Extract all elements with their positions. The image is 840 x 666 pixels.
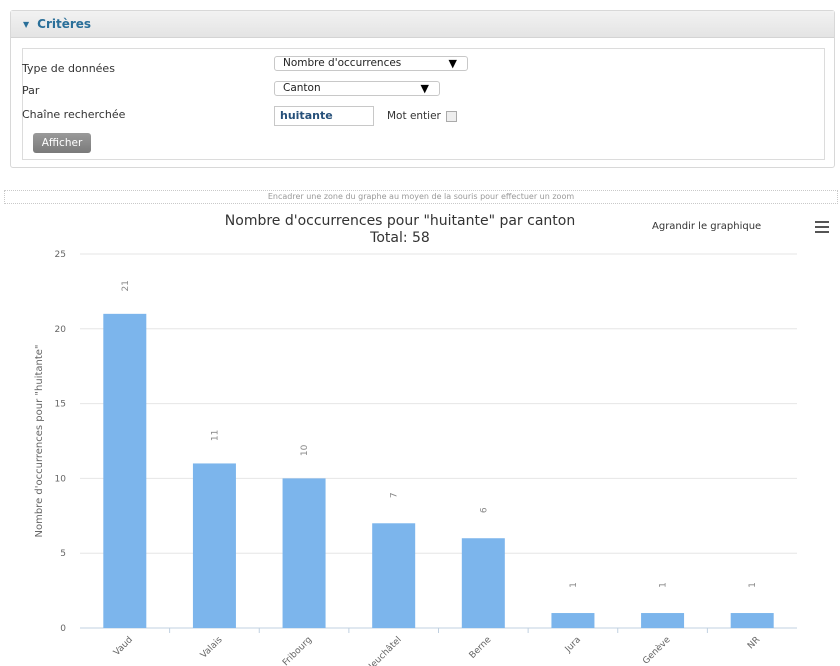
data-type-value: Nombre d'occurrences xyxy=(283,57,402,69)
bar xyxy=(730,613,774,628)
y-tick-label: 15 xyxy=(55,400,66,410)
zoom-hint: Encadrer une zone du graphe au moyen de … xyxy=(4,190,838,204)
dropdown-arrow-icon: ▼ xyxy=(420,82,429,95)
search-string-input[interactable]: huitante xyxy=(274,106,374,126)
collapse-triangle-icon[interactable]: ▼ xyxy=(23,20,29,29)
data-label: 1 xyxy=(748,582,758,588)
data-label: 7 xyxy=(390,492,400,498)
category-label: NR xyxy=(746,635,762,651)
bar xyxy=(641,613,685,628)
data-label: 6 xyxy=(479,507,489,513)
bar xyxy=(461,538,505,628)
bar xyxy=(282,478,326,628)
data-label: 1 xyxy=(569,582,579,588)
bar xyxy=(551,613,595,628)
data-type-select[interactable]: Nombre d'occurrences ▼ xyxy=(274,56,468,71)
search-string-label: Chaîne recherchée xyxy=(22,108,126,121)
data-label: 10 xyxy=(300,444,310,456)
enlarge-chart-link[interactable]: Agrandir le graphique xyxy=(652,221,761,232)
group-by-label: Par xyxy=(22,84,40,97)
y-axis-title: Nombre d'occurrences pour "huitante" xyxy=(34,344,45,537)
criteria-header[interactable]: ▼ Critères xyxy=(11,11,834,38)
bar xyxy=(103,313,147,628)
data-label: 1 xyxy=(659,582,669,588)
whole-word-label: Mot entier xyxy=(387,110,441,122)
group-by-select[interactable]: Canton ▼ xyxy=(274,81,440,96)
category-label: Valais xyxy=(199,635,225,661)
category-label: Neuchâtel xyxy=(364,635,403,666)
criteria-title: Critères xyxy=(37,17,92,31)
y-tick-label: 20 xyxy=(55,325,67,335)
hamburger-menu-icon[interactable] xyxy=(815,221,829,233)
category-label: Jura xyxy=(563,635,583,655)
y-tick-label: 5 xyxy=(60,549,66,559)
bar-chart: 0 5 10 15 20 25 Nombre d'occurrences pour "hui… xyxy=(34,250,797,666)
bar xyxy=(192,463,236,628)
whole-word-checkbox[interactable] xyxy=(446,111,457,122)
category-label: Vaud xyxy=(112,635,135,658)
y-tick-label: 25 xyxy=(55,250,66,260)
data-label: 21 xyxy=(121,280,131,291)
data-label: 11 xyxy=(210,430,220,441)
data-type-label: Type de données xyxy=(22,62,115,75)
bar xyxy=(372,523,416,628)
category-label: Fribourg xyxy=(281,635,314,666)
group-by-value: Canton xyxy=(283,82,321,94)
afficher-button[interactable]: Afficher xyxy=(33,133,91,153)
chart-title: Nombre d'occurrences pour "huitante" par… xyxy=(224,213,576,229)
y-tick-label: 10 xyxy=(55,474,67,484)
category-label: Genève xyxy=(640,634,673,666)
y-tick-label: 0 xyxy=(60,624,66,634)
dropdown-arrow-icon: ▼ xyxy=(448,57,457,70)
category-label: Berne xyxy=(468,635,494,661)
